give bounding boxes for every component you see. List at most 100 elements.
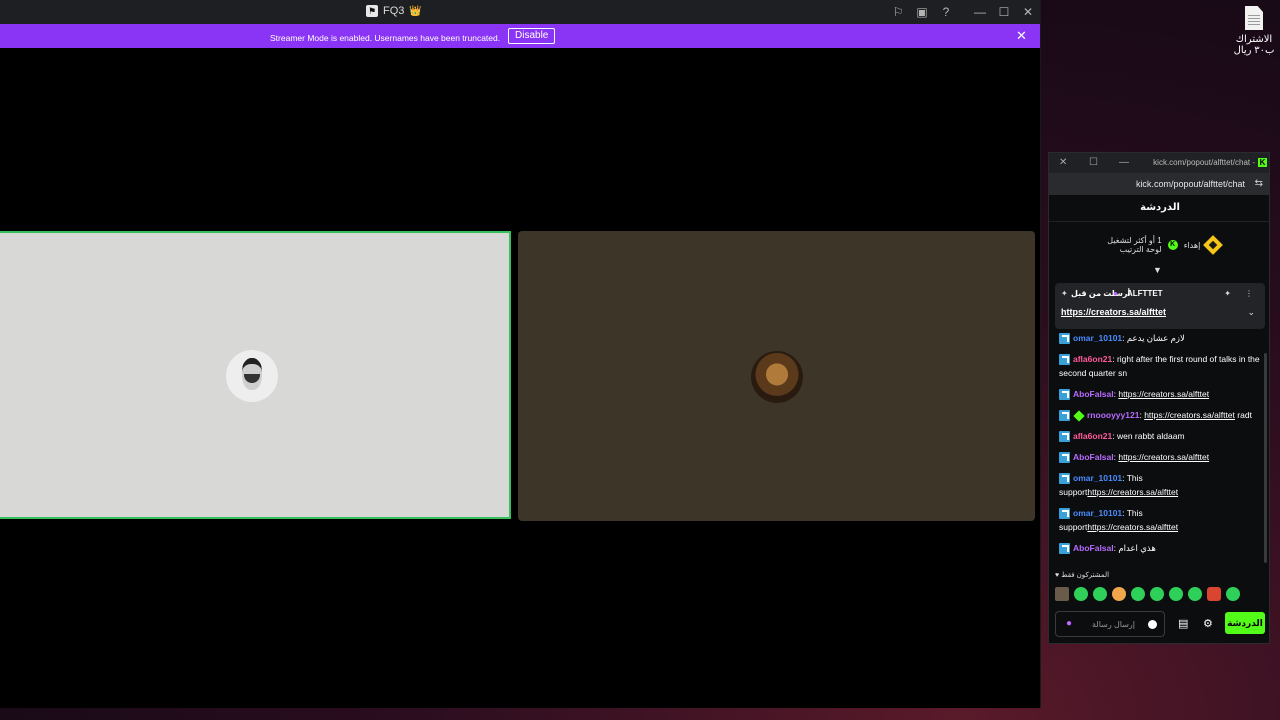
desktop-file-label: الاشتراك ب٣٠ ريال	[1233, 34, 1275, 56]
badge-icon	[1059, 431, 1070, 443]
emote[interactable]	[1150, 587, 1164, 601]
pinned-username[interactable]: ALFTTET	[1127, 289, 1163, 298]
emote[interactable]	[1131, 587, 1145, 601]
mic-icon[interactable]: ●	[1066, 618, 1072, 629]
maximize-button[interactable]: ☐	[992, 0, 1016, 24]
chat-username[interactable]: rnoooyyy121	[1087, 410, 1139, 420]
badge-icon	[1059, 473, 1070, 485]
badge-icon	[1059, 354, 1070, 366]
banner-message: Streamer Mode is enabled. Usernames have…	[270, 33, 501, 43]
chat-window-titlebar: ✕ ☐ — kick.com/popout/alfttet/chat - K	[1049, 153, 1269, 173]
banner-close-icon[interactable]: ✕	[1016, 28, 1027, 44]
chat-message: omar_10101: This supporthttps://creators…	[1059, 473, 1179, 497]
chat-window-title: kick.com/popout/alfttet/chat -	[1153, 158, 1255, 167]
chat-link[interactable]: https://creators.sa/alfttet	[1144, 410, 1235, 420]
user-avatar	[751, 351, 803, 403]
document-icon	[1245, 6, 1263, 30]
crown-emoji: 👑	[409, 5, 422, 17]
badge-icon	[1059, 452, 1070, 464]
chat-header: الدردشة	[1049, 195, 1269, 222]
gear-icon[interactable]: ⚙	[1203, 617, 1213, 630]
chat-message: rnoooyyy121: https://creators.sa/alfttet…	[1049, 408, 1263, 422]
subscribers-only-label: المشتركون فقط ♥	[1055, 572, 1110, 579]
chat-username[interactable]: afla6on21	[1073, 354, 1112, 364]
more-options-icon[interactable]: ⋮	[1245, 289, 1253, 298]
pinned-link[interactable]: https://creators.sa/alfttet	[1061, 307, 1166, 317]
titlebar-controls: ⚐ ▣ ? — ☐ ✕	[886, 0, 1040, 24]
chat-username[interactable]: omar_10101	[1073, 333, 1122, 343]
badge-icon	[1059, 508, 1070, 520]
site-settings-icon[interactable]: ⇆	[1255, 178, 1263, 189]
emote[interactable]	[1207, 587, 1221, 601]
emote[interactable]	[1169, 587, 1183, 601]
mic-icon: ●	[1113, 289, 1118, 298]
kick-badge-icon: K	[1167, 240, 1178, 250]
disable-button[interactable]: Disable	[508, 28, 556, 44]
maximize-icon[interactable]: ☐	[1089, 157, 1098, 168]
pin-icon: ✦	[1061, 289, 1068, 298]
emote-bar	[1055, 587, 1240, 601]
emoji-icon[interactable]	[1148, 620, 1157, 629]
close-button[interactable]: ✕	[1016, 0, 1040, 24]
badge-icon	[1059, 410, 1070, 422]
call-window: ⚑ FQ3 👑 ⚐ ▣ ? — ☐ ✕ Streamer Mode is ena…	[0, 0, 1041, 708]
chat-username[interactable]: afla6on21	[1073, 431, 1112, 441]
chat-username[interactable]: AboFalsal	[1073, 452, 1114, 462]
close-icon[interactable]: ✕	[1059, 157, 1067, 168]
window-title-text: FQ3	[383, 5, 405, 17]
chat-message: afla6on21: right after the first round o…	[1059, 354, 1260, 378]
sub-goal-prefix: إهداء	[1183, 240, 1201, 250]
inbox-icon[interactable]: ▣	[910, 0, 934, 24]
chat-input[interactable]: ● إرسال رسالة	[1055, 611, 1165, 637]
desktop-file-icon[interactable]: الاشتراك ب٣٠ ريال	[1228, 6, 1280, 56]
chat-username[interactable]: AboFalsal	[1073, 543, 1114, 553]
badge-icon	[1059, 389, 1070, 401]
kick-logo-icon: K	[1258, 158, 1267, 167]
emote[interactable]	[1074, 587, 1088, 601]
gem-icon	[1073, 410, 1085, 422]
expand-chevron-icon[interactable]: ⌄	[1247, 307, 1255, 318]
minimize-icon[interactable]: —	[1119, 157, 1129, 168]
emote[interactable]	[1055, 587, 1069, 601]
chat-message: AboFalsal: https://creators.sa/alfttet	[1049, 450, 1263, 464]
badge-icon	[1059, 543, 1070, 555]
chat-username[interactable]: AboFalsal	[1073, 389, 1114, 399]
emote[interactable]	[1188, 587, 1202, 601]
window-title: ⚑ FQ3 👑	[366, 5, 422, 17]
chat-message: AboFalsal: https://creators.sa/alfttet	[1049, 387, 1263, 401]
unpin-icon[interactable]: ✦	[1224, 289, 1231, 298]
streamer-mode-banner: Streamer Mode is enabled. Usernames have…	[0, 24, 1040, 48]
sub-goal-text: 1 أو أكثر لتشغيل لوحة الترتيب	[1107, 236, 1162, 254]
send-chat-button[interactable]: الدردشة	[1225, 612, 1265, 634]
server-icon: ⚑	[366, 5, 378, 17]
chat-message-list: omar_10101: لازم عشان يدعم afla6on21: rig…	[1049, 331, 1263, 562]
chat-link[interactable]: https://creators.sa/alfttet	[1118, 452, 1209, 462]
help-icon[interactable]: ?	[934, 0, 958, 24]
emote[interactable]	[1226, 587, 1240, 601]
chat-link[interactable]: https://creators.sa/alfttet	[1118, 389, 1209, 399]
collapse-caret-icon[interactable]: ▼	[1153, 265, 1162, 275]
chat-scrollbar[interactable]	[1264, 353, 1267, 563]
address-bar[interactable]: kick.com/popout/alfttet/chat ⇆	[1049, 173, 1269, 195]
store-icon[interactable]: ▤	[1178, 617, 1188, 630]
pinned-by-label: أرسلت من قبل	[1071, 289, 1131, 298]
leaderboard-diamond-icon	[1203, 235, 1224, 255]
address-url: kick.com/popout/alfttet/chat	[1135, 179, 1245, 189]
chat-text: لازم عشان يدعم	[1126, 333, 1185, 343]
badge-icon	[1059, 333, 1070, 345]
flag-icon[interactable]: ⚐	[886, 0, 910, 24]
chat-link[interactable]: https://creators.sa/alfttet	[1087, 487, 1178, 497]
user-avatar	[226, 350, 278, 402]
pinned-message: ✦ أرسلت من قبل ● ALFTTET ✦ ⋮ https://cre…	[1055, 283, 1265, 329]
emote[interactable]	[1112, 587, 1126, 601]
minimize-button[interactable]: —	[968, 0, 992, 24]
sub-goal-banner: 1 أو أكثر لتشغيل لوحة الترتيب K إهداء	[1049, 223, 1269, 267]
chat-text: radt	[1237, 410, 1252, 420]
chat-message: afla6on21: wen rabbt aldaam	[1049, 429, 1263, 443]
emote[interactable]	[1093, 587, 1107, 601]
chat-popout-window: ✕ ☐ — kick.com/popout/alfttet/chat - K k…	[1048, 152, 1270, 644]
chat-message: omar_10101: لازم عشان يدعم	[1049, 331, 1263, 345]
chat-username[interactable]: omar_10101	[1073, 508, 1122, 518]
chat-username[interactable]: omar_10101	[1073, 473, 1122, 483]
chat-link[interactable]: https://creators.sa/alfttet	[1087, 522, 1178, 532]
